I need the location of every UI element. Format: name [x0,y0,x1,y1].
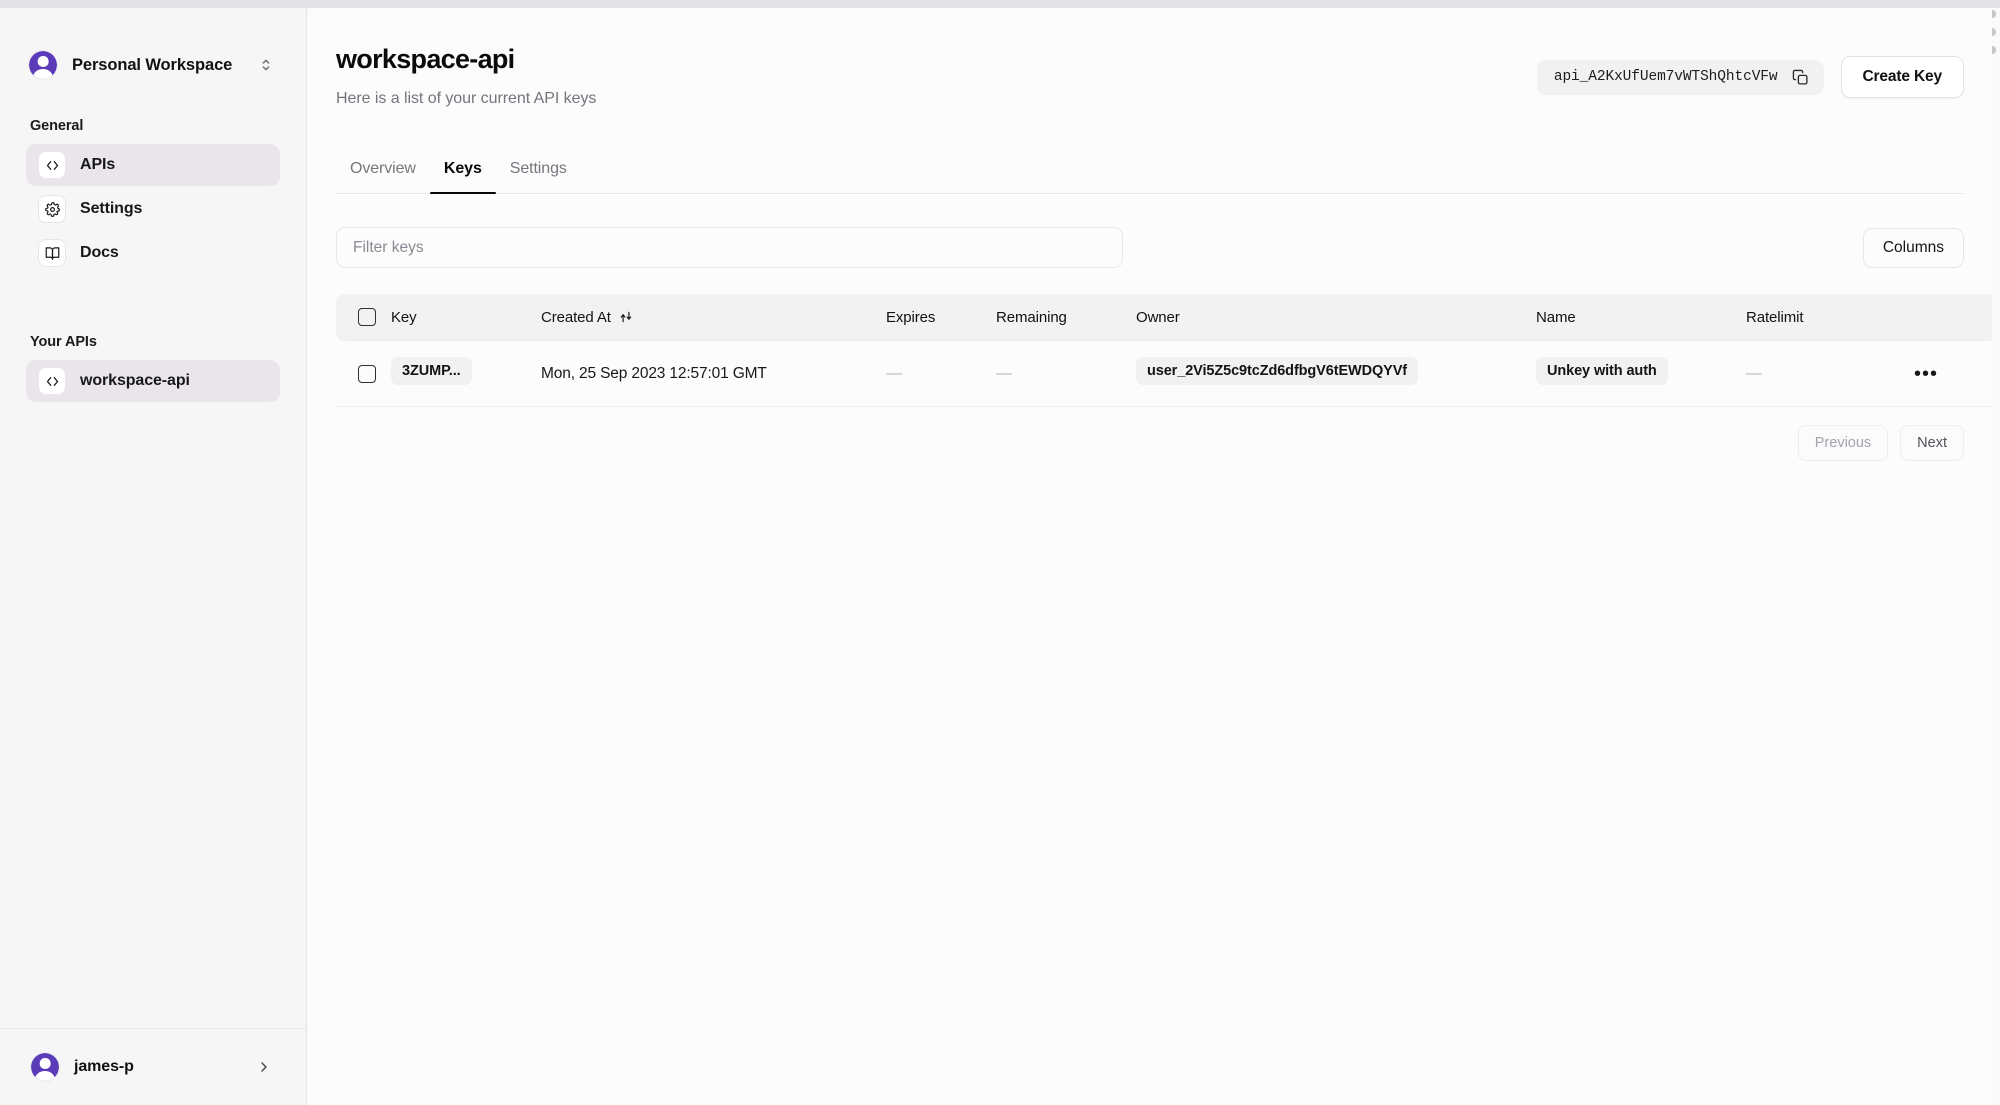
code-brackets-icon [38,367,66,395]
cell-actions: ••• [1906,341,1992,407]
table-toolbar: Columns [336,227,1964,268]
sort-updown-icon[interactable] [619,310,633,324]
key-badge[interactable]: 3ZUMP... [391,357,472,385]
filter-keys-input[interactable] [336,227,1123,268]
avatar [30,1052,60,1082]
book-open-icon [38,239,66,267]
sidebar-item-label: Docs [80,244,119,261]
row-checkbox[interactable] [358,364,376,383]
sidebar-section-general: General [30,118,84,134]
ellipsis-icon[interactable]: ••• [1906,360,1946,388]
tab-keys[interactable]: Keys [429,150,496,194]
main-content: workspace-api Here is a list of your cur… [308,8,1992,1105]
sidebar: Personal Workspace General APIs Settings… [0,8,307,1105]
sidebar-item-label: workspace-api [80,372,190,389]
sidebar-item-workspace-api[interactable]: workspace-api [26,360,280,402]
columns-button[interactable]: Columns [1862,227,1964,268]
gear-icon [38,195,66,223]
column-header-remaining[interactable]: Remaining [996,294,1136,341]
cell-ratelimit: — [1746,341,1906,407]
sidebar-item-docs[interactable]: Docs [26,232,280,274]
table-row[interactable]: 3ZUMP... Mon, 25 Sep 2023 12:57:01 GMT —… [336,341,1992,407]
sidebar-item-apis[interactable]: APIs [26,144,280,186]
sidebar-item-label: Settings [80,200,143,217]
chevron-right-icon [256,1059,272,1075]
api-id-value: api_A2KxUfUem7vWTShQhtcVFw [1553,69,1778,85]
column-header-owner[interactable]: Owner [1136,294,1536,341]
sidebar-footer: james-p [0,1028,306,1105]
cell-name: Unkey with auth [1536,341,1746,407]
column-header-expires[interactable]: Expires [886,294,996,341]
code-brackets-icon [38,151,66,179]
created-at-value: Mon, 25 Sep 2023 12:57:01 GMT [541,364,767,382]
tab-settings[interactable]: Settings [496,150,581,193]
remaining-value: — [996,364,1012,382]
sidebar-section-your-apis: Your APIs [30,334,97,350]
select-all-header [336,294,391,341]
table-head: Key Created At Expires Remaining Owner N… [336,294,1992,341]
keys-table: Key Created At Expires Remaining Owner N… [336,294,1992,407]
sidebar-item-label: APIs [80,156,116,173]
ratelimit-value: — [1746,364,1762,382]
table-header-row: Key Created At Expires Remaining Owner N… [336,294,1992,341]
user-name: james-p [74,1058,134,1075]
name-badge[interactable]: Unkey with auth [1536,357,1668,385]
pagination: Previous Next [336,425,1964,461]
create-key-button[interactable]: Create Key [1840,56,1964,98]
header-actions: api_A2KxUfUem7vWTShQhtcVFw Create Key [1536,56,1964,98]
cell-expires: — [886,341,996,407]
column-header-key[interactable]: Key [391,294,541,341]
workspace-switcher[interactable]: Personal Workspace [26,42,280,88]
workspace-name: Personal Workspace [72,55,233,74]
column-header-label: Created At [541,308,611,326]
owner-badge[interactable]: user_2Vi5Z5c9tcZd6dfbgV6tEWDQYVf [1136,357,1419,385]
cell-key: 3ZUMP... [391,341,541,407]
user-menu-button[interactable]: james-p [26,1045,280,1089]
table-body: 3ZUMP... Mon, 25 Sep 2023 12:57:01 GMT —… [336,341,1992,407]
chevron-up-down-icon [258,57,274,73]
select-all-checkbox[interactable] [358,308,376,326]
tabs: Overview Keys Settings [336,150,1964,194]
row-select-cell [336,341,391,407]
app-window: Personal Workspace General APIs Settings… [0,0,2000,1105]
sidebar-scroll-area: Personal Workspace General APIs Settings… [0,8,306,1028]
sort-created-at[interactable]: Created At [541,309,633,326]
column-header-actions [1906,294,1992,341]
expires-value: — [886,364,902,382]
api-id-copy-pill[interactable]: api_A2KxUfUem7vWTShQhtcVFw [1536,59,1824,95]
tab-overview[interactable]: Overview [336,150,430,193]
sidebar-item-settings[interactable]: Settings [26,188,280,230]
window-top-strip [0,0,2000,8]
column-header-name[interactable]: Name [1536,294,1746,341]
column-header-created-at[interactable]: Created At [541,294,886,341]
cell-remaining: — [996,341,1136,407]
cell-owner: user_2Vi5Z5c9tcZd6dfbgV6tEWDQYVf [1136,341,1536,407]
next-page-button[interactable]: Next [1900,425,1964,461]
previous-page-button[interactable]: Previous [1797,425,1889,461]
cell-created-at: Mon, 25 Sep 2023 12:57:01 GMT [541,341,886,407]
keys-table-container: Key Created At Expires Remaining Owner N… [336,294,1992,407]
column-header-ratelimit[interactable]: Ratelimit [1746,294,1906,341]
page-header: workspace-api Here is a list of your cur… [308,8,1992,108]
copy-icon[interactable] [1792,69,1809,86]
workspace-avatar [28,50,58,80]
